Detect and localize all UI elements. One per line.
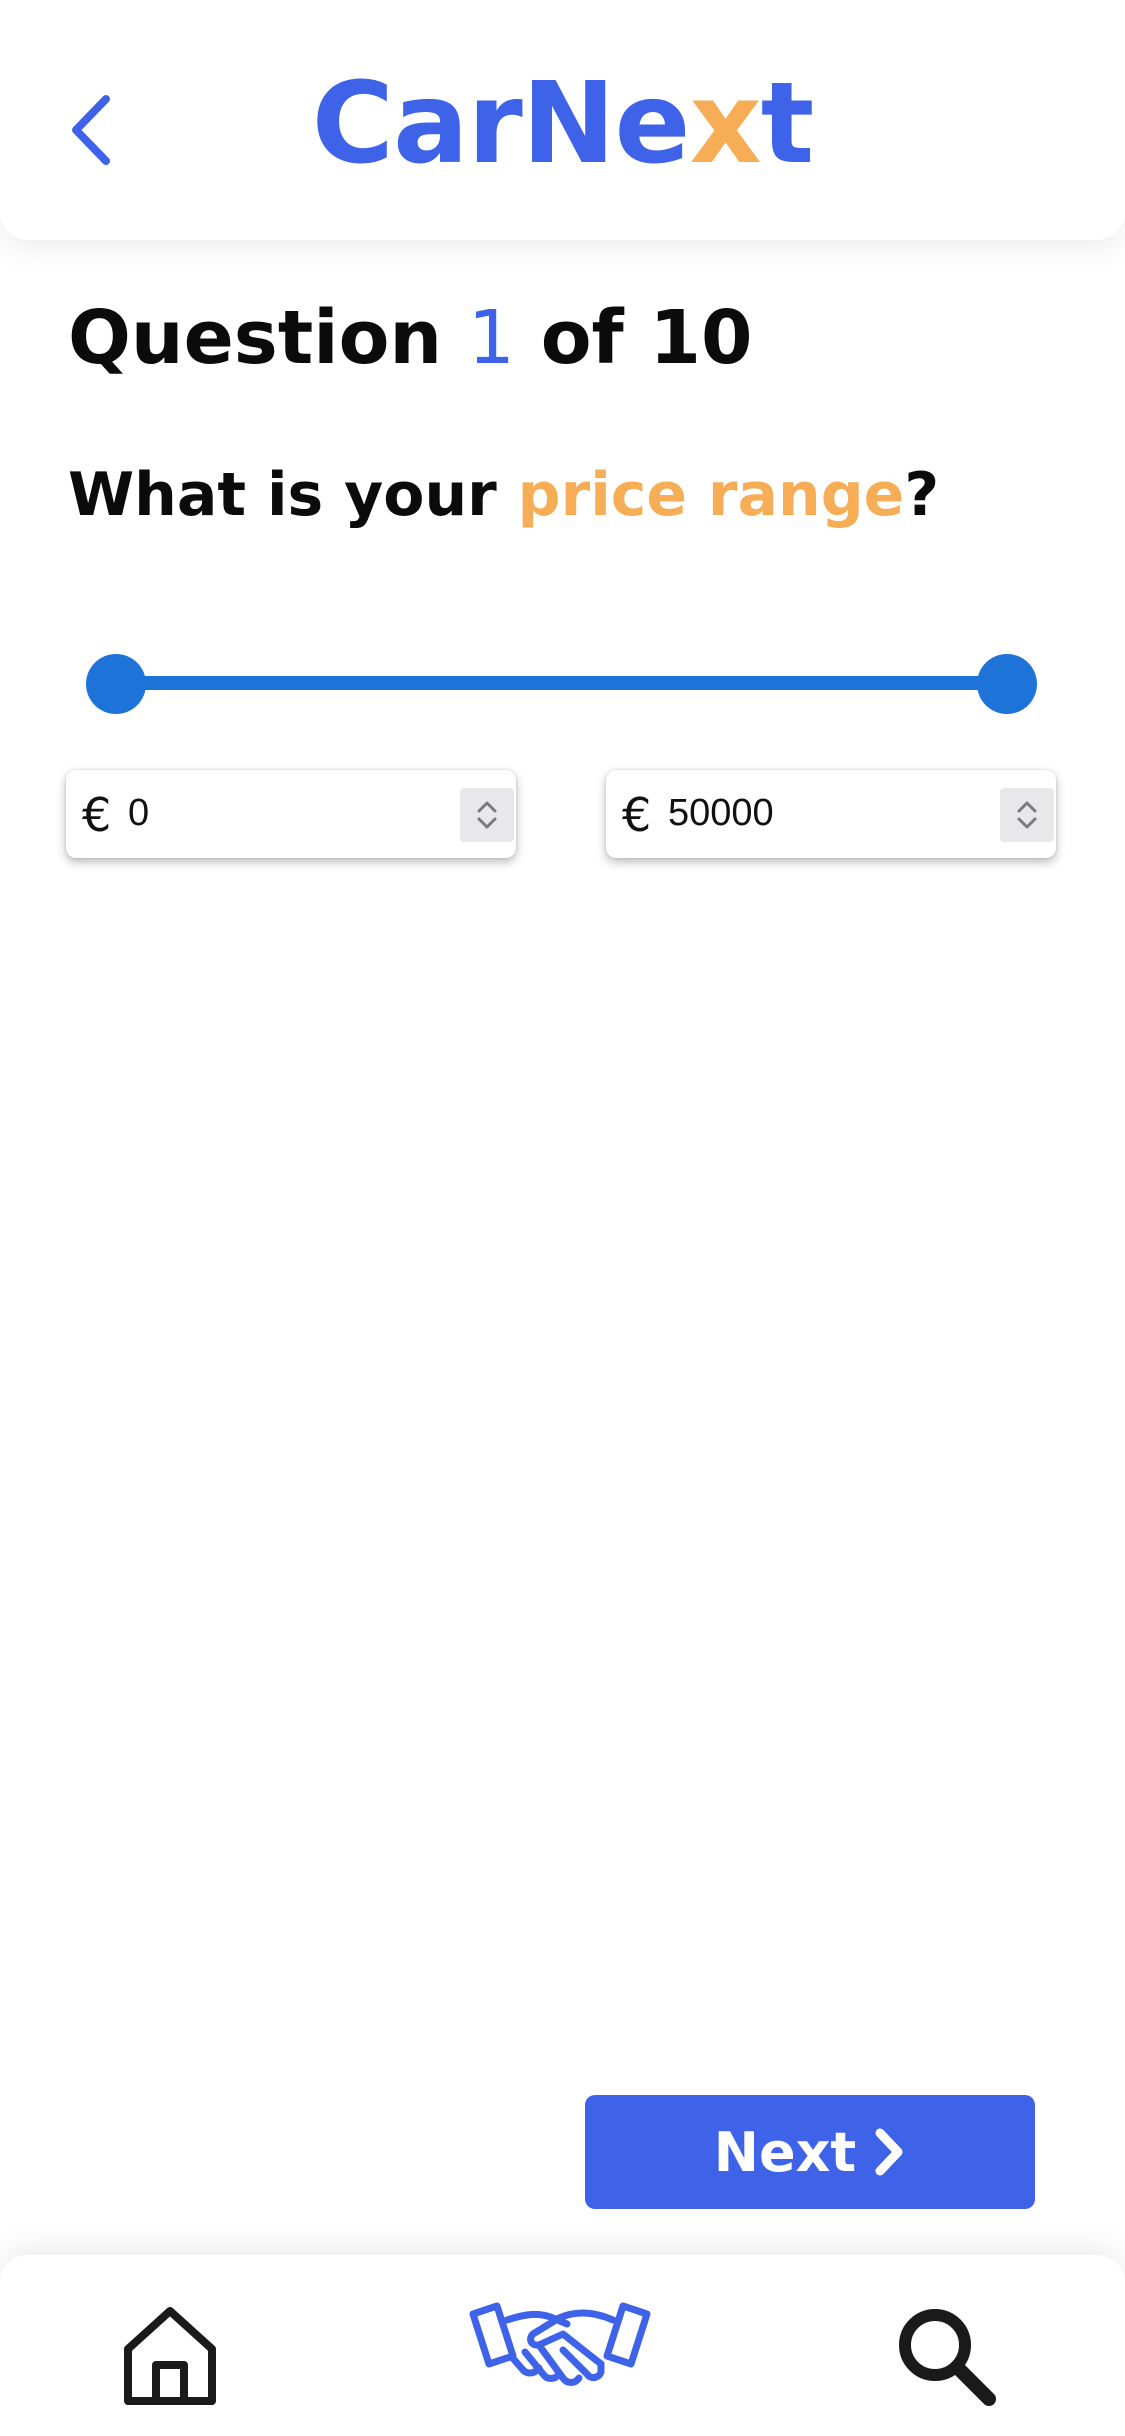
logo-text-end: t [760,59,815,189]
euro-icon: € [82,788,112,842]
logo-text-accent: x [689,59,761,189]
question-title: What is your price range? [68,460,939,530]
chevron-down-icon[interactable] [1015,815,1039,831]
question-suffix: of 10 [514,295,753,381]
home-icon [124,2307,216,2405]
min-price-stepper[interactable] [460,788,514,842]
question-text-highlight: price range [517,460,905,530]
app-logo: CarNext [0,54,1125,194]
next-button-label: Next [713,2120,857,2184]
chevron-right-icon [875,2128,903,2176]
price-slider-max-handle[interactable] [977,654,1037,714]
max-price-value[interactable]: 50000 [668,792,774,835]
question-text-before: What is your [68,460,518,530]
nav-search[interactable] [885,2295,1005,2415]
price-slider-min-handle[interactable] [86,654,146,714]
chevron-down-icon[interactable] [475,815,499,831]
app-header: CarNext [0,0,1125,240]
nav-home[interactable] [110,2295,230,2415]
max-price-stepper[interactable] [1000,788,1054,842]
min-price-value[interactable]: 0 [128,792,149,835]
euro-icon: € [622,788,652,842]
search-icon [899,2309,996,2406]
question-progress: Question 1 of 10 [68,295,753,381]
question-text-after: ? [904,460,940,530]
screen: CarNext Question 1 of 10 What is your pr… [0,0,1125,2436]
logo-text-main: CarNe [311,59,691,189]
price-range-slider-track[interactable] [115,676,1007,690]
max-price-field[interactable]: € 50000 [606,770,1056,858]
chevron-up-icon[interactable] [1015,799,1039,815]
min-price-field[interactable]: € 0 [66,770,516,858]
chevron-up-icon[interactable] [475,799,499,815]
next-button[interactable]: Next [585,2095,1035,2209]
question-prefix: Question [68,295,468,381]
question-current-number: 1 [467,295,515,381]
bottom-navigation [0,2255,1125,2436]
nav-deals[interactable] [460,2285,660,2415]
handshake-icon [469,2302,651,2386]
